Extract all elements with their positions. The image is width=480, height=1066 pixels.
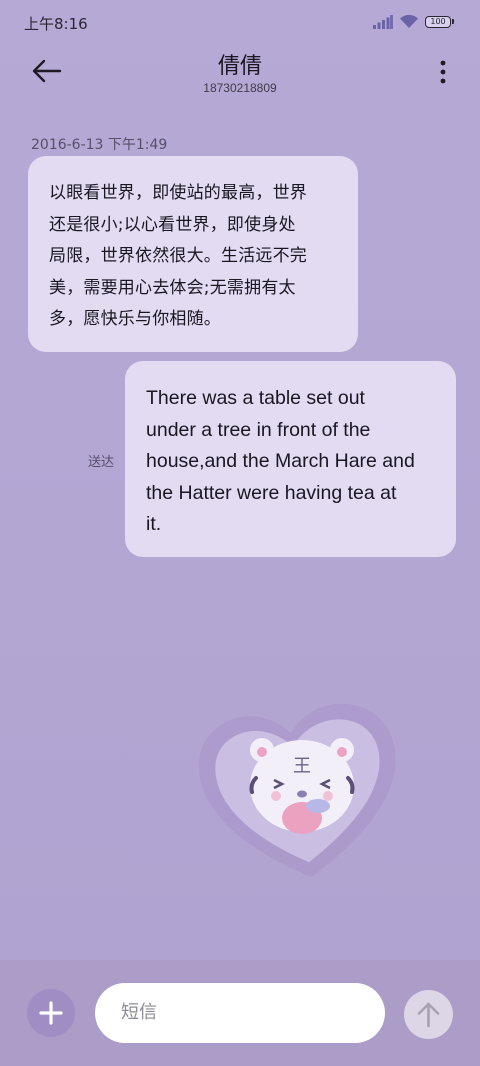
received-line: 还是很小;以心看世界，即使身处 (49, 214, 296, 235)
received-line: 多，愿快乐与你相随。 (49, 309, 221, 329)
battery-icon: 100 (425, 15, 454, 28)
status-time: 上午8:16 (24, 15, 88, 33)
signal-icon (373, 14, 393, 29)
status-bar: 上午8:16 100 (0, 0, 480, 46)
plus-icon (39, 1001, 63, 1025)
send-arrow-icon (417, 1002, 440, 1028)
message-input[interactable]: 短信 (95, 983, 385, 1043)
more-vertical-icon[interactable] (436, 60, 450, 84)
heart-sticker-wallpaper: 王 (198, 703, 396, 878)
sent-line: under a tree in front of the (146, 418, 371, 441)
received-message-bubble[interactable]: 以眼看世界，即使站的最高，世界 还是很小;以心看世界，即使身处 局限，世界依然很… (28, 156, 358, 352)
sticker-character: 王 (293, 756, 311, 777)
conversation-header: 倩倩 18730218809 (0, 46, 480, 104)
sent-line: house,and the March Hare and (146, 450, 415, 472)
battery-level: 100 (425, 15, 451, 28)
delivery-status: 送达 (88, 455, 115, 470)
sent-line: There was a table set out (146, 387, 365, 409)
sent-message-bubble[interactable]: There was a table set out under a tree i… (125, 361, 456, 557)
received-line: 美，需要用心去体会;无需拥有太 (49, 277, 296, 298)
add-attachment-button[interactable] (27, 989, 75, 1037)
contact-phone: 18730218809 (203, 81, 277, 95)
status-icons: 100 (373, 14, 454, 29)
received-message-text: 以眼看世界，即使站的最高，世界 还是很小;以心看世界，即使身处 局限，世界依然很… (49, 178, 336, 336)
received-line: 局限，世界依然很大。生活远不完 (49, 246, 307, 266)
received-line: 以眼看世界，即使站的最高，世界 (49, 183, 307, 203)
composer-bar: 短信 (0, 960, 480, 1066)
sent-message-text: There was a table set out under a tree i… (146, 383, 438, 541)
send-button[interactable] (404, 990, 453, 1039)
contact-name: 倩倩 (217, 54, 262, 79)
sent-line: the Hatter were having tea at (146, 481, 397, 504)
message-timestamp: 2016-6-13 下午1:49 (31, 137, 168, 153)
wifi-icon (400, 14, 418, 28)
sent-line: it. (146, 513, 162, 535)
